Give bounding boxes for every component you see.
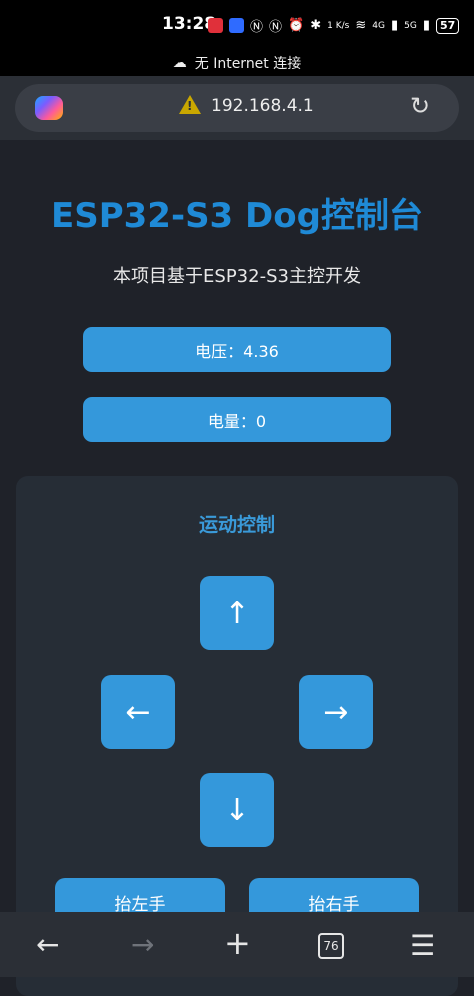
arrow-down-icon: ↓: [224, 792, 250, 828]
battery-display[interactable]: 电量：0: [83, 397, 391, 442]
wifi-icon: ≋: [355, 18, 367, 33]
app-notification-icon: [208, 18, 223, 33]
status-icons: Ⓝ Ⓝ ⏰ ✱ 1 K/s ≋ 4G ▮ 5G ▮ 57: [208, 16, 460, 35]
network-banner: ☁ 无 Internet 连接: [0, 50, 474, 76]
turn-left-button[interactable]: ←: [101, 675, 175, 749]
arrow-right-icon: →: [323, 694, 349, 730]
signal-5g-label: 5G: [404, 20, 417, 31]
browser-bottom-nav: ← → + 76 ☰: [0, 912, 474, 977]
back-icon[interactable]: ←: [36, 928, 59, 961]
browser-toolbar: ! 192.168.4.1 ↻: [0, 76, 474, 140]
network-banner-text: 无 Internet 连接: [194, 56, 302, 72]
page-title: ESP32-S3 Dog控制台: [51, 196, 423, 236]
signal-icon: ▮: [390, 18, 399, 33]
forward-icon[interactable]: →: [131, 928, 154, 961]
cloud-off-icon: ☁: [172, 55, 187, 71]
reload-icon[interactable]: ↻: [410, 92, 430, 120]
arrow-left-icon: ←: [125, 694, 151, 730]
battery-icon: 57: [435, 17, 460, 34]
page-subtitle: 本项目基于ESP32-S3主控开发: [113, 266, 361, 287]
new-tab-icon[interactable]: +: [224, 924, 251, 962]
nfc-icon: Ⓝ: [269, 20, 283, 35]
voltage-display[interactable]: 电压：4.36: [83, 327, 391, 372]
tabs-button[interactable]: 76: [318, 933, 344, 959]
arrow-up-icon: ↑: [224, 595, 250, 631]
move-backward-button[interactable]: ↓: [200, 773, 274, 847]
copilot-icon[interactable]: [35, 96, 63, 120]
signal-4g-label: 4G: [372, 20, 385, 31]
status-bar: 13:28 Ⓝ Ⓝ ⏰ ✱ 1 K/s ≋ 4G ▮ 5G ▮ 57: [0, 0, 474, 50]
bluetooth-icon: ✱: [310, 18, 322, 33]
warning-icon-mark: !: [187, 99, 193, 113]
turn-right-button[interactable]: →: [299, 675, 373, 749]
address-bar[interactable]: ! 192.168.4.1 ↻: [15, 84, 459, 132]
url-text[interactable]: 192.168.4.1: [211, 96, 314, 116]
menu-icon[interactable]: ☰: [410, 929, 435, 962]
motion-control-title: 运动控制: [198, 514, 275, 536]
signal-icon: ▮: [422, 18, 430, 33]
nfc-icon: Ⓝ: [250, 20, 264, 35]
alarm-icon: ⏰: [288, 18, 305, 33]
net-speed: 1 K/s: [327, 20, 350, 31]
app-notification-icon: [229, 18, 244, 33]
move-forward-button[interactable]: ↑: [200, 576, 274, 650]
